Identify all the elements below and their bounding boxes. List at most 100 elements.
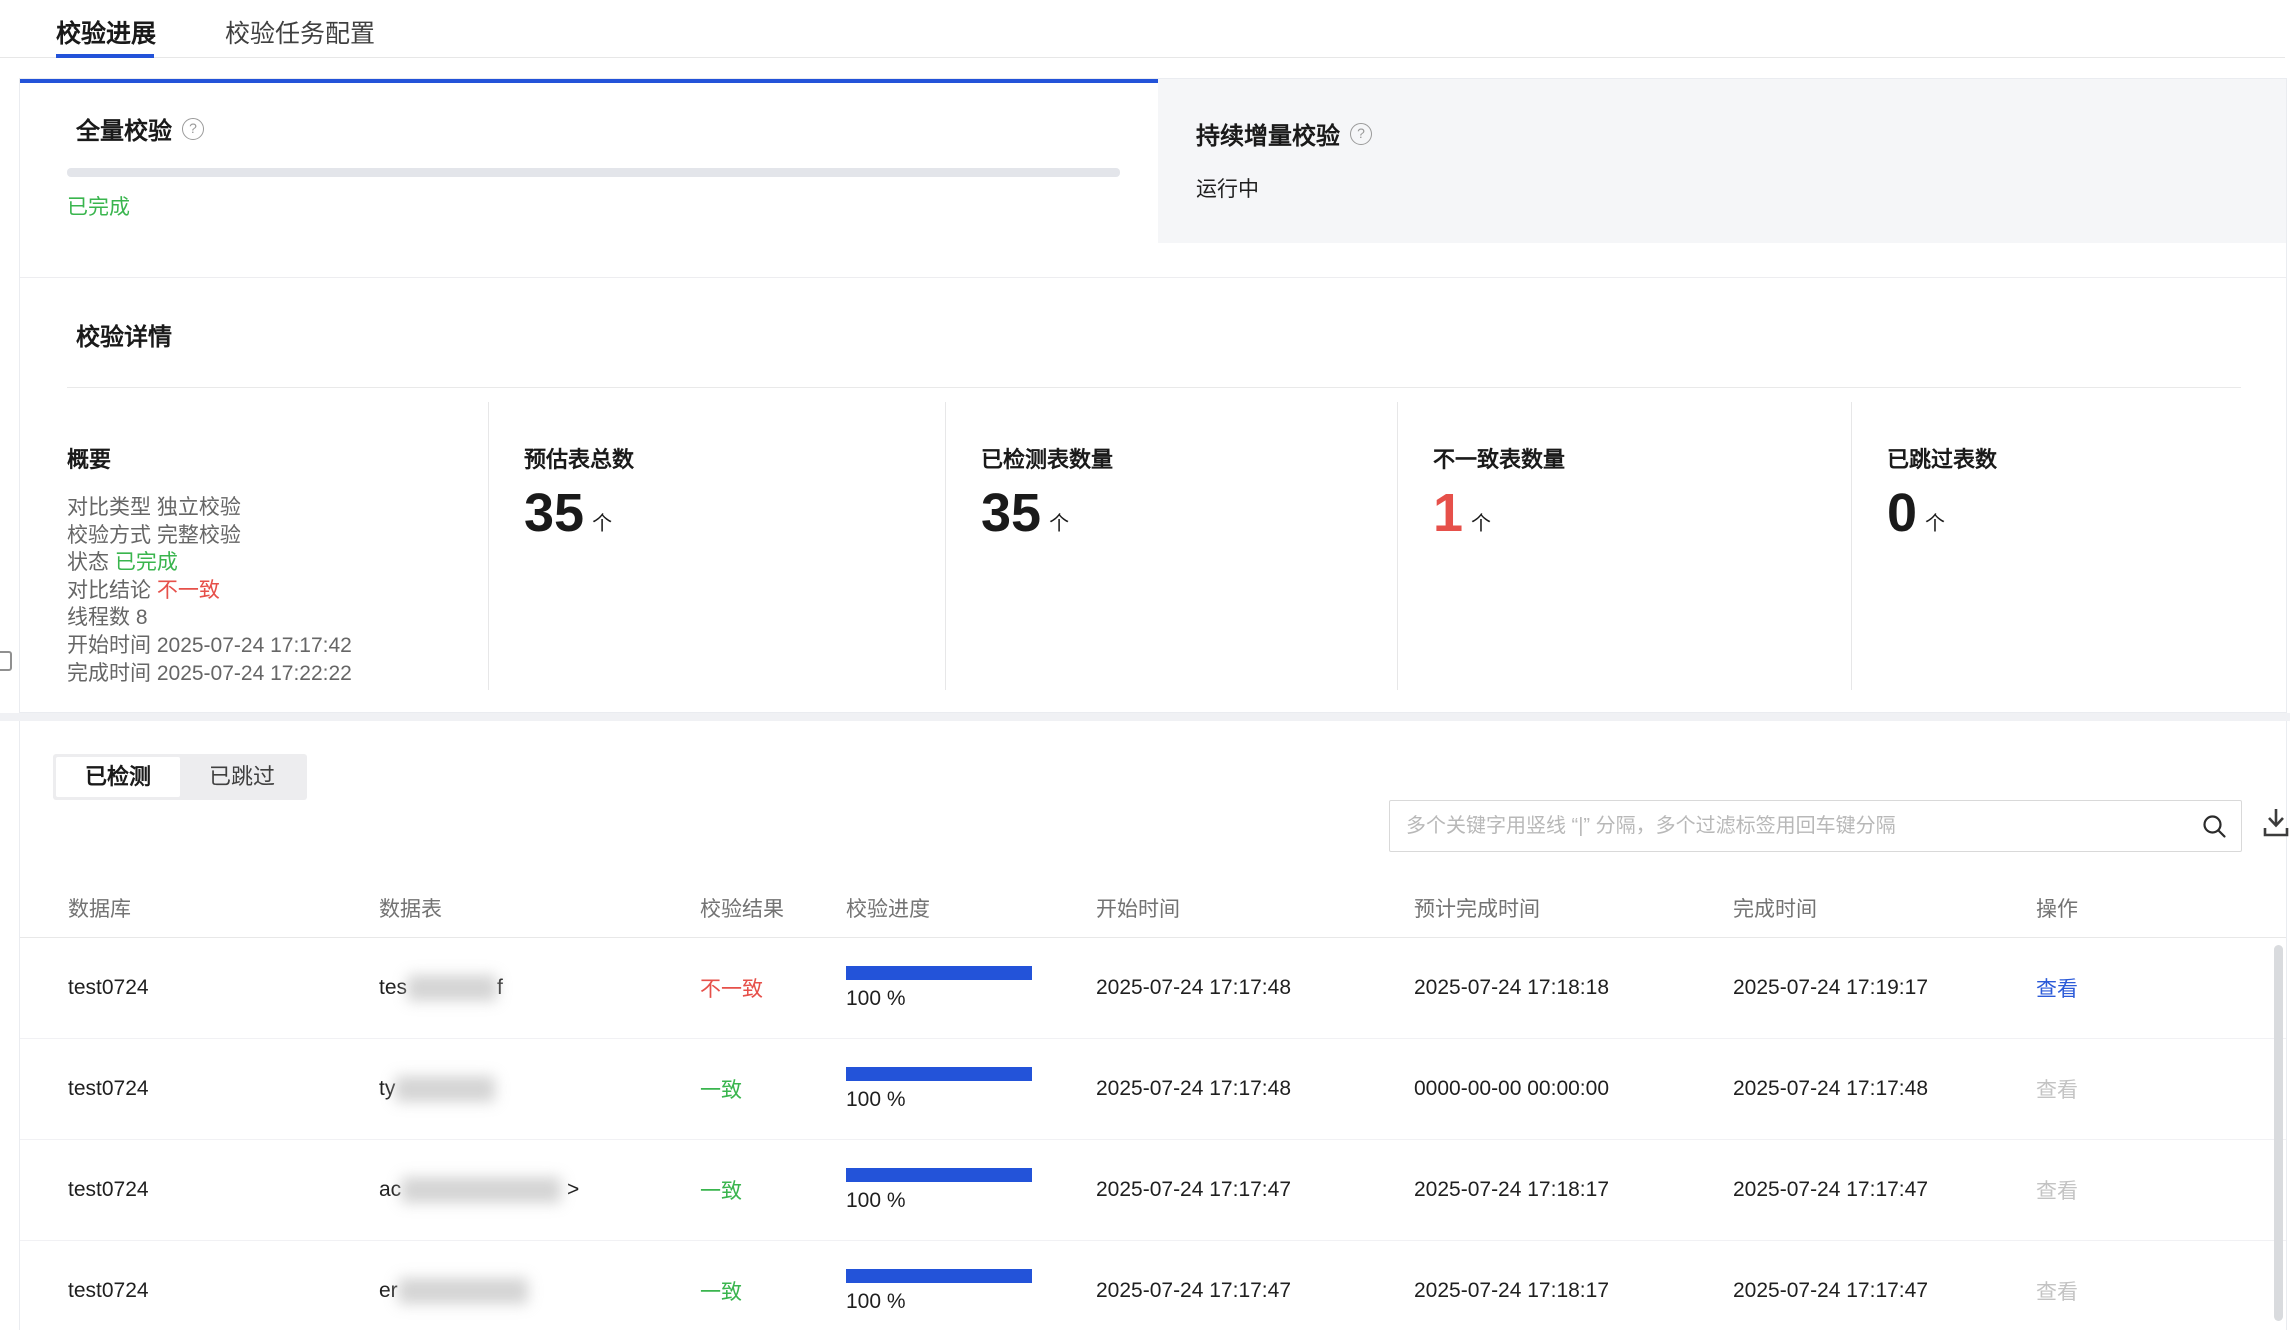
- cell-expected-finish-time: 2025-07-24 17:18:17: [1414, 1178, 1733, 1202]
- table-name-prefix: ty: [379, 1077, 395, 1100]
- view-link: 查看: [2036, 1175, 2286, 1205]
- stat-cell: 预估表总数 35个: [488, 402, 945, 690]
- vertical-scrollbar[interactable]: [2274, 945, 2283, 1321]
- stat-value: 0: [1887, 486, 1917, 540]
- progress-bar: [846, 1168, 1032, 1182]
- cell-start-time: 2025-07-24 17:17:47: [1096, 1178, 1414, 1202]
- seg-tab-skipped[interactable]: 已跳过: [180, 757, 304, 797]
- table-body: test0724tesf不一致100 %2025-07-24 17:17:482…: [20, 938, 2286, 1330]
- progress-percent: 100 %: [846, 1189, 1032, 1213]
- full-check-status: 已完成: [67, 191, 130, 221]
- cell-database: test0724: [68, 1178, 379, 1202]
- column-header: 操作: [2036, 893, 2286, 923]
- check-mode-row: 全量校验 ? 已完成 持续增量校验 ? 运行中: [20, 79, 2286, 278]
- cell-progress: 100 %: [846, 1168, 1032, 1213]
- cell-finish-time: 2025-07-24 17:17:47: [1733, 1178, 2036, 1202]
- redacted-table-name: [398, 1278, 528, 1304]
- cell-start-time: 2025-07-24 17:17:48: [1096, 976, 1414, 1000]
- download-icon[interactable]: [2262, 807, 2290, 841]
- cell-start-time: 2025-07-24 17:17:48: [1096, 1077, 1414, 1101]
- table-name-suffix: f: [497, 976, 503, 999]
- progress-percent: 100 %: [846, 1290, 1032, 1314]
- incremental-check-title: 持续增量校验 ?: [1196, 116, 1372, 151]
- progress-track: [846, 1269, 1032, 1283]
- cell-result: 一致: [700, 1276, 846, 1306]
- cell-database: test0724: [68, 976, 379, 1000]
- help-icon[interactable]: ?: [1350, 123, 1372, 145]
- cell-result: 不一致: [700, 973, 846, 1003]
- verification-overview-card: 全量校验 ? 已完成 持续增量校验 ? 运行中 校验详情 概要 对比类型 独立校…: [19, 78, 2287, 713]
- incremental-check-status: 运行中: [1196, 173, 1259, 203]
- help-icon[interactable]: ?: [182, 118, 204, 140]
- cell-expected-finish-time: 2025-07-24 17:18:18: [1414, 976, 1733, 1000]
- summary-value: 不一致: [157, 579, 220, 602]
- keyword-search: [1389, 800, 2242, 852]
- table-name-prefix: ac: [379, 1178, 401, 1201]
- stat-unit: 个: [592, 507, 612, 540]
- column-header: 预计完成时间: [1414, 893, 1733, 923]
- tabstrip-divider: [0, 57, 2285, 58]
- redacted-table-name: [401, 1177, 561, 1203]
- table-row: test0724ty一致100 %2025-07-24 17:17:480000…: [20, 1039, 2286, 1140]
- progress-track: [846, 966, 1032, 980]
- stat-value: 35: [981, 486, 1041, 540]
- left-edge-handle[interactable]: [0, 651, 12, 671]
- summary-value: 2025-07-24 17:22:22: [157, 662, 352, 685]
- tab-verification-progress[interactable]: 校验进展: [56, 20, 156, 48]
- stat-number: 35个: [981, 486, 1397, 540]
- table-name-prefix: tes: [379, 976, 407, 999]
- cell-database: test0724: [68, 1279, 379, 1303]
- summary-value: 独立校验: [157, 496, 241, 519]
- summary-label: 开始时间: [67, 634, 151, 657]
- seg-tab-checked[interactable]: 已检测: [56, 757, 180, 797]
- summary-title: 概要: [67, 442, 488, 474]
- cell-finish-time: 2025-07-24 17:17:48: [1733, 1077, 2036, 1101]
- stat-cell: 不一致表数量1个: [1397, 402, 1851, 690]
- summary-label: 完成时间: [67, 662, 151, 685]
- cell-start-time: 2025-07-24 17:17:47: [1096, 1279, 1414, 1303]
- view-link[interactable]: 查看: [2036, 973, 2286, 1003]
- summary-label: 线程数: [67, 606, 130, 629]
- summary-label: 校验方式: [67, 524, 151, 547]
- redacted-table-name: [407, 975, 497, 1001]
- tab-verification-task-config[interactable]: 校验任务配置: [225, 20, 375, 48]
- full-check-panel: 全量校验 ? 已完成: [20, 79, 1158, 277]
- search-icon[interactable]: [2201, 813, 2227, 839]
- cell-table-name: tes f: [379, 975, 700, 1001]
- stat-cell: 已跳过表数 0个: [1851, 402, 2241, 690]
- progress-percent: 100 %: [846, 1088, 1032, 1112]
- stat-label: 预估表总数: [524, 442, 945, 474]
- top-tabbar: 校验进展 校验任务配置: [0, 0, 2290, 58]
- stat-unit: 个: [1471, 507, 1491, 540]
- active-tab-underline: [56, 54, 154, 58]
- incremental-check-panel: 持续增量校验 ? 运行中: [1158, 79, 2286, 243]
- stat-unit: 个: [1049, 507, 1069, 540]
- summary-lines: 对比类型 独立校验校验方式 完整校验状态 已完成对比结论 不一致线程数 8开始时…: [67, 494, 488, 687]
- progress-bar: [846, 1269, 1032, 1283]
- cell-progress: 100 %: [846, 966, 1032, 1011]
- table-row: test0724ac >一致100 %2025-07-24 17:17:4720…: [20, 1140, 2286, 1241]
- cell-finish-time: 2025-07-24 17:17:47: [1733, 1279, 2036, 1303]
- summary-line: 开始时间 2025-07-24 17:17:42: [67, 632, 488, 660]
- table-header-row: 数据库数据表校验结果校验进度开始时间预计完成时间完成时间操作: [20, 878, 2286, 938]
- search-input[interactable]: [1390, 801, 2241, 851]
- summary-cell: 概要 对比类型 独立校验校验方式 完整校验状态 已完成对比结论 不一致线程数 8…: [67, 402, 488, 690]
- table-name-prefix: er: [379, 1279, 398, 1302]
- stat-cell: 已检测表数量 35个: [945, 402, 1397, 690]
- cell-progress: 100 %: [846, 1269, 1032, 1314]
- cell-result: 一致: [700, 1175, 846, 1205]
- summary-line: 对比类型 独立校验: [67, 494, 488, 522]
- full-check-title: 全量校验 ?: [76, 111, 204, 146]
- cell-database: test0724: [68, 1077, 379, 1101]
- checked-skipped-segmented-control: 已检测已跳过: [53, 754, 307, 800]
- stat-label: 不一致表数量: [1433, 442, 1851, 474]
- summary-line: 线程数 8: [67, 604, 488, 632]
- summary-line: 对比结论 不一致: [67, 577, 488, 605]
- column-header: 校验结果: [700, 893, 846, 923]
- stat-label: 已跳过表数: [1887, 442, 2241, 474]
- stat-label: 已检测表数量: [981, 442, 1397, 474]
- progress-bar: [846, 966, 1032, 980]
- stat-number: 35个: [524, 486, 945, 540]
- column-header: 数据库: [68, 893, 379, 923]
- stat-number: 0个: [1887, 486, 2241, 540]
